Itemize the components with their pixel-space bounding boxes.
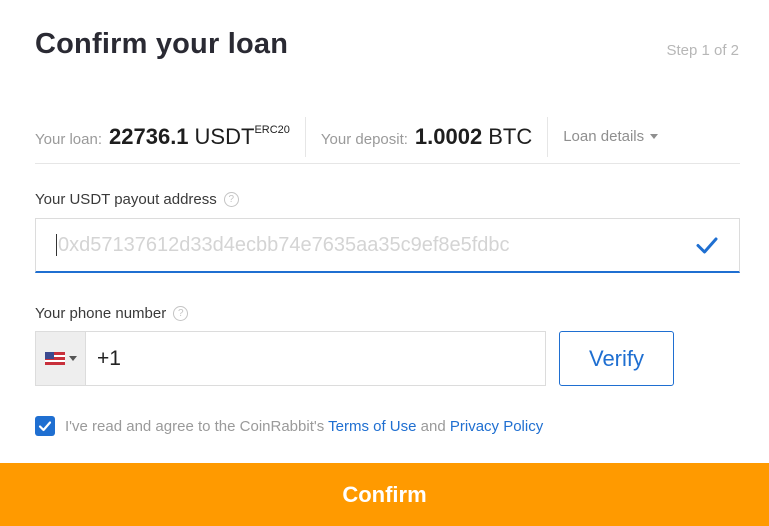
- address-label-row: Your USDT payout address ?: [35, 191, 239, 208]
- deposit-amount: 1.0002: [414, 123, 483, 149]
- phone-input[interactable]: [86, 346, 545, 371]
- loan-amount: 22736.1: [109, 123, 189, 149]
- confirm-button[interactable]: Confirm: [0, 463, 769, 526]
- loan-details-label: Loan details: [563, 128, 645, 145]
- us-flag-icon: [44, 352, 65, 365]
- agreement-row: I've read and agree to the CoinRabbit's …: [35, 416, 543, 436]
- loan-amount-block: Your loan: 22736.1 USDT ERC20: [35, 124, 290, 150]
- phone-field: [35, 331, 546, 386]
- address-input[interactable]: [57, 233, 693, 257]
- summary-divider: [547, 116, 549, 157]
- agreement-text: I've read and agree to the CoinRabbit's …: [65, 417, 544, 435]
- page-title: Confirm your loan: [35, 28, 289, 60]
- loan-summary: Your loan: 22736.1 USDT ERC20 Your depos…: [35, 110, 740, 164]
- verify-button[interactable]: Verify: [559, 331, 674, 386]
- phone-row: Verify: [35, 331, 674, 386]
- address-field[interactable]: [35, 218, 740, 273]
- summary-divider: [304, 116, 306, 157]
- check-icon: [38, 421, 52, 432]
- step-indicator: Step 1 of 2: [666, 42, 739, 59]
- phone-label-row: Your phone number ?: [35, 305, 189, 322]
- privacy-link[interactable]: Privacy Policy: [450, 418, 543, 435]
- country-select[interactable]: [36, 332, 86, 385]
- deposit-label: Your deposit:: [320, 130, 408, 148]
- terms-link[interactable]: Terms of Use: [328, 418, 416, 435]
- address-label: Your USDT payout address: [35, 191, 217, 208]
- phone-label: Your phone number: [35, 305, 167, 322]
- caret-down-icon: [68, 356, 77, 361]
- deposit-currency: BTC: [488, 123, 533, 149]
- check-icon: [696, 237, 718, 254]
- loan-details-dropdown[interactable]: Loan details: [563, 128, 659, 145]
- help-icon[interactable]: ?: [173, 306, 189, 321]
- deposit-amount-block: Your deposit: 1.0002 BTC: [321, 124, 532, 150]
- loan-currency: USDT: [194, 123, 255, 149]
- loan-label: Your loan:: [35, 130, 103, 148]
- loan-network: ERC20: [254, 123, 290, 136]
- agreement-checkbox[interactable]: [35, 416, 55, 436]
- help-icon[interactable]: ?: [223, 192, 239, 207]
- chevron-down-icon: [650, 134, 659, 139]
